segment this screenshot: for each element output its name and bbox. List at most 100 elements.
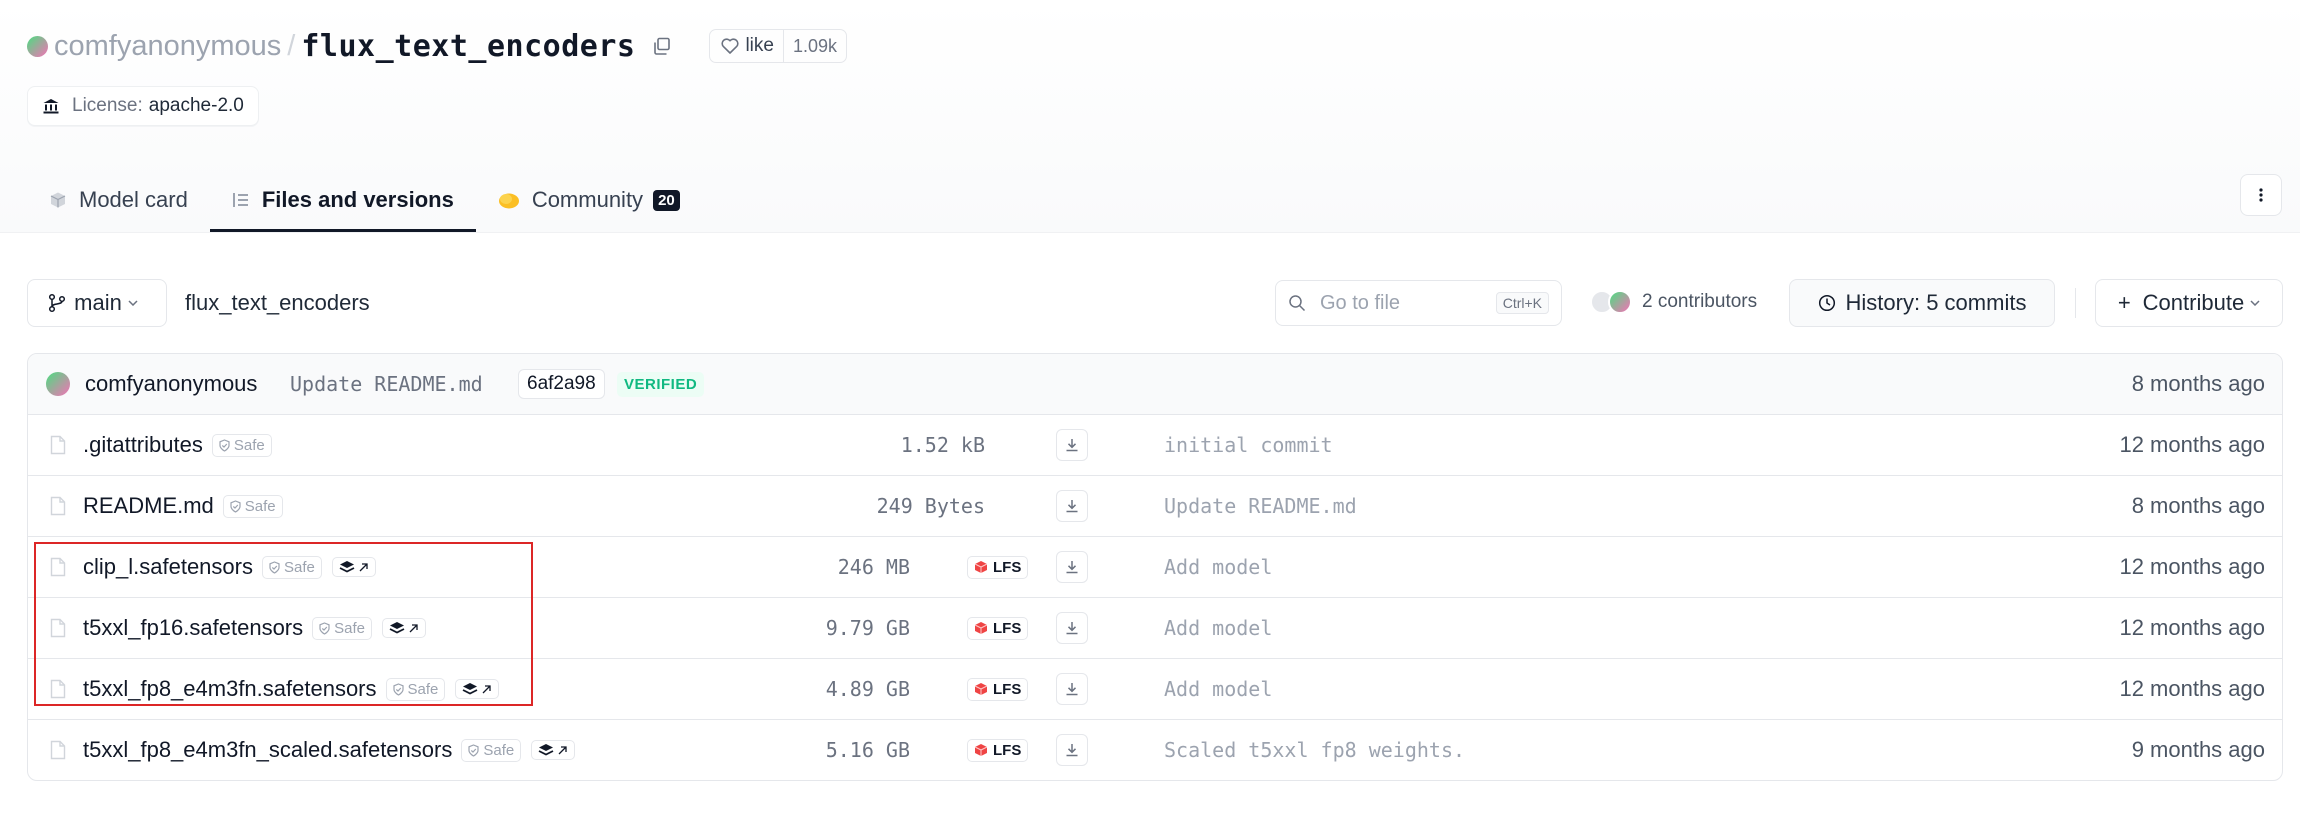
file-commit-message[interactable]: Scaled t5xxl fp8 weights. [1164, 738, 1465, 762]
search-input[interactable] [1318, 290, 1472, 316]
community-icon [498, 193, 519, 209]
file-icon [50, 679, 66, 699]
file-row: README.md Safe 249 Bytes Update README.m… [28, 476, 2282, 537]
safe-label: Safe [233, 436, 265, 454]
repo-tabs: Model card Files and versions Community … [27, 170, 702, 232]
license-value: apache-2.0 [148, 95, 244, 116]
cube-icon [50, 192, 66, 208]
file-name-link[interactable]: t5xxl_fp16.safetensors [83, 615, 303, 641]
heart-icon [721, 38, 739, 54]
download-button[interactable] [1056, 490, 1088, 522]
clock-icon [1818, 294, 1835, 312]
contributors-link[interactable]: 2 contributors [1590, 290, 1757, 314]
file-commit-message[interactable]: initial commit [1164, 433, 1333, 457]
file-commit-time: 12 months ago [2119, 615, 2265, 640]
breadcrumb-path[interactable]: flux_text_encoders [185, 290, 370, 316]
commit-author-avatar[interactable] [46, 372, 70, 396]
path-separator: / [287, 29, 296, 62]
lfs-badge[interactable]: LFS [967, 555, 1029, 579]
external-link-icon [409, 623, 418, 632]
xet-storage-badge[interactable] [331, 557, 376, 577]
like-count[interactable]: 1.09k [782, 30, 846, 62]
lfs-badge[interactable]: LFS [967, 738, 1029, 762]
file-name-link[interactable]: clip_l.safetensors [83, 554, 253, 580]
safe-label: Safe [483, 741, 515, 759]
download-button[interactable] [1056, 551, 1088, 583]
contributor-avatars [1590, 290, 1634, 314]
layers-icon [462, 683, 478, 695]
safe-badge[interactable]: Safe [222, 494, 283, 518]
file-icon [50, 496, 66, 516]
file-commit-time: 12 months ago [2119, 676, 2265, 701]
history-button[interactable]: History: 5 commits [1789, 279, 2055, 327]
xet-storage-badge[interactable] [531, 740, 576, 760]
lfs-label: LFS [993, 741, 1022, 759]
file-size: 5.16 GB [825, 738, 910, 762]
file-icon [50, 557, 66, 577]
org-avatar[interactable] [27, 35, 48, 57]
repo-title-row: comfyanonymous / flux_text_encoders like… [27, 26, 848, 66]
file-name-link[interactable]: .gitattributes [83, 432, 203, 458]
more-options-button[interactable] [2240, 174, 2282, 216]
download-button[interactable] [1056, 429, 1088, 461]
layers-icon [389, 622, 405, 634]
like-button[interactable]: like 1.09k [709, 29, 848, 63]
org-name-link[interactable]: comfyanonymous [54, 30, 281, 63]
lfs-cube-icon [974, 683, 988, 695]
shield-check-icon [392, 682, 404, 696]
layers-icon [339, 561, 355, 573]
file-name-link[interactable]: README.md [83, 493, 214, 519]
go-to-file-search[interactable]: Ctrl+K [1275, 280, 1562, 326]
file-commit-time: 8 months ago [2131, 493, 2265, 518]
tab-files-and-versions[interactable]: Files and versions [209, 170, 476, 232]
file-name-link[interactable]: t5xxl_fp8_e4m3fn_scaled.safetensors [83, 737, 452, 763]
download-button[interactable] [1056, 612, 1088, 644]
branch-selector[interactable]: main [27, 279, 167, 327]
file-commit-message[interactable]: Add model [1164, 555, 1272, 579]
contributors-count: 2 contributors [1642, 291, 1758, 312]
tab-model-card[interactable]: Model card [27, 170, 210, 230]
commit-hash[interactable]: 6af2a98 [518, 369, 605, 399]
copy-icon[interactable] [651, 35, 673, 57]
commit-message[interactable]: Update README.md [290, 372, 483, 396]
lfs-cube-icon [974, 744, 988, 756]
file-commit-message[interactable]: Update README.md [1164, 494, 1357, 518]
safe-label: Safe [334, 619, 365, 637]
license-label: License: [72, 95, 143, 116]
file-size: 1.52 kB [900, 433, 985, 457]
safe-label: Safe [407, 680, 439, 698]
download-button[interactable] [1056, 673, 1088, 705]
file-commit-message[interactable]: Add model [1164, 616, 1272, 640]
safe-badge[interactable]: Safe [261, 555, 322, 579]
lfs-cube-icon [974, 561, 988, 573]
shield-check-icon [468, 743, 479, 757]
file-list: comfyanonymous Update README.md 6af2a98 … [27, 353, 2283, 781]
file-commit-message[interactable]: Add model [1164, 677, 1272, 701]
history-label: History: 5 commits [1845, 290, 2027, 315]
lfs-label: LFS [993, 558, 1022, 576]
tab-files-label: Files and versions [261, 186, 454, 212]
file-size: 249 Bytes [876, 494, 985, 518]
tab-community[interactable]: Community 20 [476, 170, 702, 230]
file-name-link[interactable]: t5xxl_fp8_e4m3fn.safetensors [83, 676, 377, 702]
safe-badge[interactable]: Safe [385, 677, 446, 701]
file-icon [50, 618, 66, 638]
safe-badge[interactable]: Safe [461, 738, 522, 762]
safe-badge[interactable]: Safe [211, 433, 272, 457]
safe-badge[interactable]: Safe [312, 616, 372, 640]
commit-author[interactable]: comfyanonymous [85, 371, 257, 397]
chevron-down-icon [128, 300, 138, 306]
xet-storage-badge[interactable] [455, 679, 500, 699]
lfs-badge[interactable]: LFS [967, 616, 1029, 640]
shield-check-icon [230, 499, 241, 513]
repo-name[interactable]: flux_text_encoders [301, 29, 635, 64]
contribute-button[interactable]: + Contribute [2095, 279, 2283, 327]
file-row: t5xxl_fp8_e4m3fn.safetensors Safe 4.89 G… [28, 659, 2282, 720]
download-button[interactable] [1056, 734, 1088, 766]
lfs-badge[interactable]: LFS [967, 677, 1029, 701]
chevron-down-icon [2250, 300, 2260, 306]
file-row: t5xxl_fp8_e4m3fn_scaled.safetensors Safe… [28, 720, 2282, 780]
lfs-label: LFS [993, 619, 1022, 637]
license-tag[interactable]: License: apache-2.0 [27, 86, 259, 126]
xet-storage-badge[interactable] [382, 618, 426, 638]
